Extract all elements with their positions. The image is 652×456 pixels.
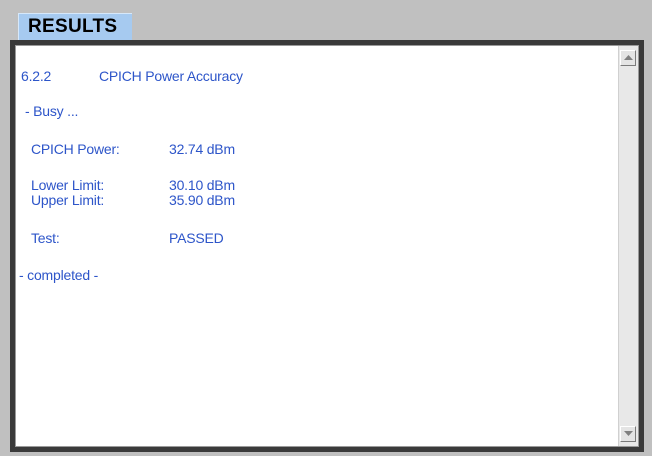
test-number: 6.2.2 <box>21 68 52 84</box>
cpich-power-label: CPICH Power: <box>31 141 120 157</box>
results-panel-inner: 6.2.2 CPICH Power Accuracy - Busy ... CP… <box>15 45 639 447</box>
scroll-up-arrow-icon <box>624 55 633 60</box>
header-bar: RESULTS <box>0 0 652 40</box>
test-result-label: Test: <box>31 230 60 246</box>
completed-status: - completed - <box>19 267 99 283</box>
busy-status: - Busy ... <box>25 103 79 119</box>
upper-limit-value: 35.90 dBm <box>169 192 235 208</box>
test-name: CPICH Power Accuracy <box>99 68 243 84</box>
results-panel: 6.2.2 CPICH Power Accuracy - Busy ... CP… <box>10 40 644 452</box>
upper-limit-label: Upper Limit: <box>31 192 105 208</box>
lower-limit-label: Lower Limit: <box>31 177 105 193</box>
scroll-down-button[interactable] <box>620 426 636 442</box>
vertical-scrollbar[interactable] <box>618 46 638 446</box>
cpich-power-value: 32.74 dBm <box>169 141 235 157</box>
results-tab[interactable]: RESULTS <box>18 13 132 40</box>
results-tab-label: RESULTS <box>28 16 118 37</box>
lower-limit-value: 30.10 dBm <box>169 177 235 193</box>
results-text-area[interactable]: 6.2.2 CPICH Power Accuracy - Busy ... CP… <box>16 46 619 446</box>
scroll-down-arrow-icon <box>624 431 633 436</box>
test-result-value: PASSED <box>169 230 224 246</box>
scroll-up-button[interactable] <box>620 50 636 66</box>
